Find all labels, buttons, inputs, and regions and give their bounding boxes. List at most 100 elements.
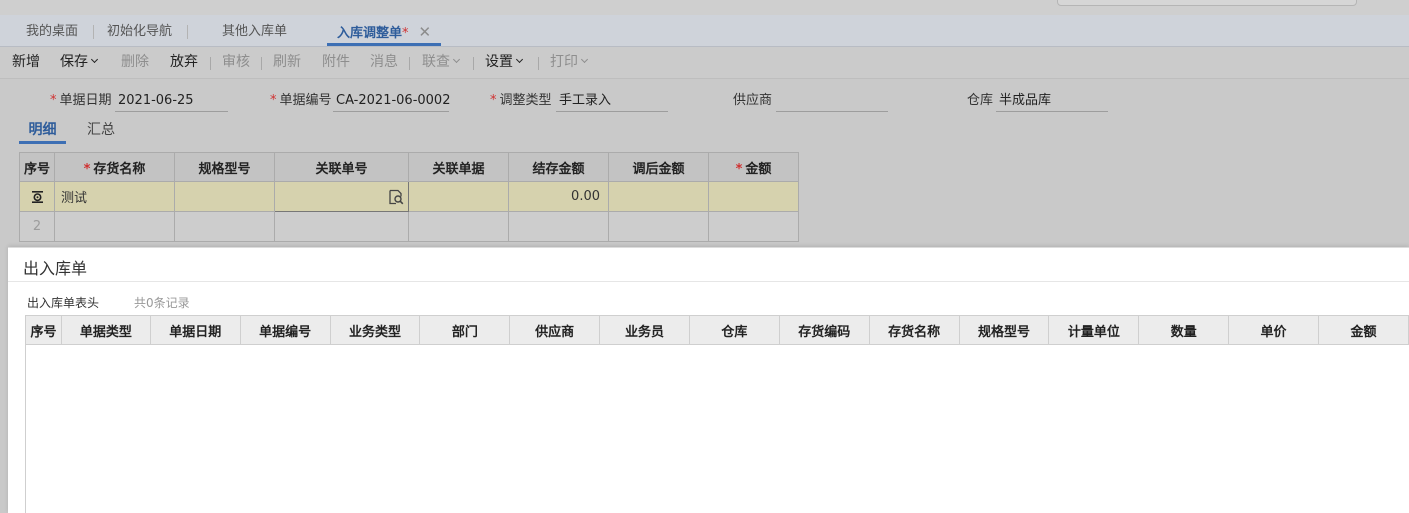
- col-adjusted-amount[interactable]: 调后金额: [608, 152, 709, 182]
- required-mark: *: [270, 93, 277, 108]
- refresh-button[interactable]: 刷新: [273, 47, 301, 78]
- dialog-col-header[interactable]: 业务类型: [329, 315, 421, 345]
- dialog-col-header[interactable]: 部门: [419, 315, 511, 345]
- required-mark: *: [50, 93, 57, 108]
- col-link-no[interactable]: 关联单号: [274, 152, 409, 182]
- cell-link-no-editor[interactable]: [274, 181, 409, 212]
- warehouse-field[interactable]: 半成品库: [996, 90, 1108, 112]
- lookup-icon[interactable]: [388, 189, 404, 205]
- dialog-col-header[interactable]: 业务员: [599, 315, 690, 345]
- global-search-input[interactable]: [1057, 0, 1357, 6]
- adjust-type-label: * 调整类型: [490, 90, 552, 112]
- col-amount[interactable]: * 金额: [708, 152, 799, 182]
- number-field[interactable]: CA-2021-06-0002: [333, 90, 450, 112]
- dialog-col-header[interactable]: 数量: [1138, 315, 1230, 345]
- cell-adjusted-amount[interactable]: [608, 211, 709, 242]
- tab-init-nav[interactable]: 初始化导航: [107, 15, 189, 46]
- stock-document-dialog: 出入库单 出入库单表头 共0条记录 序号 单据类型 单据日期 单据编号 业务类型 部门 供应…: [8, 247, 1409, 513]
- warehouse-label: 仓库: [967, 93, 994, 108]
- dialog-col-header[interactable]: 单据日期: [149, 315, 241, 345]
- dialog-grid-header-row: 序号 单据类型 单据日期 单据编号 业务类型 部门 供应商 业务员 仓库 存货编码 存货名称 规格型号…: [25, 315, 1409, 345]
- supplier-field[interactable]: [776, 90, 888, 112]
- dialog-col-header[interactable]: 仓库: [688, 315, 780, 345]
- dialog-col-header[interactable]: 单据类型: [60, 315, 151, 345]
- cell-closing-amount[interactable]: 0.00: [508, 181, 609, 212]
- dialog-grid: 序号 单据类型 单据日期 单据编号 业务类型 部门 供应商 业务员 仓库 存货编码 存货名称 规格型号…: [25, 315, 1409, 345]
- new-button[interactable]: 新增: [12, 47, 40, 78]
- number-label: * 单据编号: [270, 90, 332, 112]
- table-row[interactable]: 2: [19, 211, 799, 242]
- title-strip: [0, 0, 1409, 15]
- cell-spec[interactable]: [174, 211, 275, 242]
- cell-idx: 2: [19, 211, 55, 242]
- toolbar-divider: [261, 57, 262, 70]
- cell-link-no[interactable]: [274, 211, 409, 242]
- cell-closing-amount[interactable]: [508, 211, 609, 242]
- tab-other-inbound[interactable]: 其他入库单: [222, 15, 287, 46]
- link-query-button[interactable]: 联查: [422, 47, 461, 78]
- settings-button[interactable]: 设置: [485, 47, 524, 78]
- tab-label: 其他入库单: [222, 24, 288, 39]
- required-mark: *: [83, 161, 91, 177]
- toolbar-divider: [538, 57, 539, 70]
- dialog-title: 出入库单: [23, 259, 88, 278]
- print-button[interactable]: 打印: [550, 47, 589, 78]
- attachment-button[interactable]: 附件: [322, 47, 350, 78]
- tab-inbound-adjustment[interactable]: 入库调整单* ✕: [327, 15, 442, 46]
- dialog-col-header[interactable]: 存货编码: [778, 315, 870, 345]
- save-label: 保存: [60, 54, 88, 70]
- cell-spec[interactable]: [174, 181, 275, 212]
- tab-label: 入库调整单: [337, 26, 403, 41]
- adjust-type-field[interactable]: 手工录入: [556, 90, 668, 112]
- toolbar-divider: [473, 57, 474, 70]
- tab-summary[interactable]: 汇总: [87, 118, 115, 144]
- cell-amount[interactable]: [708, 211, 799, 242]
- cell-name[interactable]: 测试: [54, 181, 175, 212]
- tab-detail[interactable]: 明细: [19, 118, 66, 144]
- col-name-label: 存货名称: [93, 161, 146, 177]
- save-button[interactable]: 保存: [60, 47, 99, 78]
- col-name[interactable]: * 存货名称: [54, 152, 175, 182]
- col-closing-amount[interactable]: 结存金额: [508, 152, 609, 182]
- section-label: 出入库单表头: [27, 296, 100, 310]
- dialog-col-header[interactable]: 单据编号: [239, 315, 331, 345]
- cell-name[interactable]: [54, 211, 175, 242]
- message-button[interactable]: 消息: [370, 47, 398, 78]
- dialog-col-header[interactable]: 金额: [1317, 315, 1409, 345]
- dialog-col-header[interactable]: 存货名称: [868, 315, 960, 345]
- row-action-cell[interactable]: [19, 181, 55, 212]
- delete-button[interactable]: 删除: [121, 47, 149, 78]
- audit-button[interactable]: 审核: [222, 47, 250, 78]
- dialog-col-header[interactable]: 序号: [25, 315, 62, 345]
- cell-link-doc[interactable]: [408, 211, 509, 242]
- cell-amount[interactable]: [708, 181, 799, 212]
- col-idx: 序号: [19, 152, 55, 182]
- required-mark: *: [490, 93, 497, 108]
- cell-link-doc[interactable]: [408, 181, 509, 212]
- discard-button[interactable]: 放弃: [170, 47, 198, 78]
- tab-label: 我的桌面: [26, 24, 79, 39]
- dialog-grid-body: [25, 345, 1409, 513]
- dialog-divider: [8, 281, 1409, 282]
- row-settings-icon[interactable]: [31, 190, 44, 203]
- tab-label: 初始化导航: [107, 24, 173, 39]
- tab-bar: 我的桌面 初始化导航 其他入库单 入库调整单* ✕: [0, 15, 1409, 47]
- date-label-text: 单据日期: [59, 93, 112, 108]
- dialog-col-header[interactable]: 供应商: [509, 315, 601, 345]
- cell-adjusted-amount[interactable]: [608, 181, 709, 212]
- dialog-col-header[interactable]: 计量单位: [1048, 315, 1140, 345]
- tab-desktop[interactable]: 我的桌面: [26, 15, 95, 46]
- table-row[interactable]: 测试 0.00: [19, 181, 799, 212]
- chevron-down-icon: [515, 55, 524, 64]
- print-label: 打印: [550, 54, 578, 70]
- col-link-doc[interactable]: 关联单据: [408, 152, 509, 182]
- dialog-col-header[interactable]: 单价: [1228, 315, 1319, 345]
- col-spec[interactable]: 规格型号: [174, 152, 275, 182]
- close-icon[interactable]: ✕: [419, 23, 432, 41]
- unsaved-mark: *: [402, 26, 409, 41]
- supplier-label: 供应商: [733, 93, 773, 108]
- date-field[interactable]: 2021-06-25: [115, 90, 228, 112]
- dialog-col-header[interactable]: 规格型号: [958, 315, 1050, 345]
- detail-grid: 序号 * 存货名称 规格型号 关联单号 关联单据 结存金额 调后金额 * 金额 测试: [19, 152, 799, 242]
- required-mark: *: [735, 161, 743, 177]
